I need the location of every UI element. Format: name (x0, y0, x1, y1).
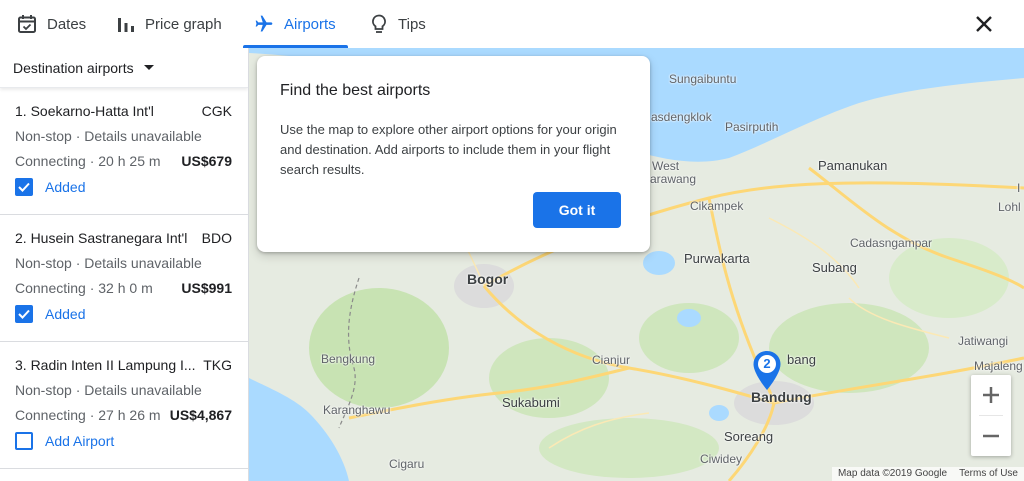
map-data-credit: Map data ©2019 Google (837, 468, 948, 479)
place-label: Karanghawu (323, 403, 391, 417)
airport-toggle[interactable]: Add Airport (15, 432, 232, 450)
minus-icon (983, 434, 999, 438)
place-label: Sungaibuntu (669, 72, 737, 86)
destination-airports-dropdown[interactable]: Destination airports (0, 48, 248, 88)
terms-of-use-link[interactable]: Terms of Use (959, 468, 1018, 480)
dropdown-label: Destination airports (13, 59, 134, 76)
airport-status-label: Added (45, 179, 86, 195)
place-label: Jatiwangi (958, 334, 1009, 348)
place-label: Lohl (998, 200, 1021, 214)
place-label: I (1017, 181, 1021, 195)
airport-pin[interactable]: 2 (752, 350, 782, 392)
airport-toggle[interactable]: Added (15, 305, 232, 323)
close-button[interactable] (972, 12, 996, 36)
place-label: Cadasngampar (850, 236, 933, 250)
place-label: Sukabumi (502, 395, 560, 410)
zoom-out-button[interactable] (971, 416, 1011, 456)
place-label: Pamanukan (818, 158, 888, 173)
airport-price: US$991 (181, 280, 232, 296)
zoom-in-button[interactable] (971, 375, 1011, 415)
tip-title: Find the best airports (280, 82, 431, 99)
place-label: asdengklok (651, 110, 712, 124)
top-tab-bar: Dates Price graph Airports Tips (0, 0, 1024, 48)
checkbox-checked-icon[interactable] (15, 305, 33, 323)
pin-count: 2 (763, 356, 771, 371)
nonstop-info: Non-stop · Details unavailable (15, 128, 202, 144)
place-label: Soreang (724, 429, 774, 444)
airport-item: 3. Radin Inten II Lampung I... TKG Non-s… (0, 342, 248, 469)
place-label: Majaleng (974, 359, 1023, 373)
airport-status-label: Add Airport (45, 433, 115, 449)
place-label: Purwakarta (684, 251, 750, 266)
checkbox-checked-icon[interactable] (15, 178, 33, 196)
airport-name: 1. Soekarno-Hatta Int'l (15, 103, 154, 119)
airport-price: US$4,867 (169, 407, 232, 423)
tab-airports-label: Airports (284, 15, 336, 33)
connecting-info: Connecting · 32 h 0 m (15, 280, 153, 296)
airport-code: TKG (203, 357, 232, 373)
airport-price: US$679 (181, 153, 232, 169)
place-label: Bogor (467, 271, 509, 287)
connecting-info: Connecting · 27 h 26 m (15, 407, 161, 423)
close-icon (976, 16, 992, 32)
airport-code: CGK (201, 103, 232, 119)
caret-down-icon (143, 65, 154, 70)
calendar-check-icon (18, 15, 36, 33)
place-label: Cigaru (389, 457, 425, 471)
got-it-button[interactable]: Got it (533, 192, 621, 228)
zoom-controls (971, 375, 1011, 456)
tab-dates-label: Dates (47, 15, 87, 33)
place-label: arawang (650, 172, 697, 186)
place-label: bang (787, 352, 816, 367)
place-label: Subang (812, 260, 857, 275)
airport-sidebar: Destination airports 1. Soekarno-Hatta I… (0, 48, 249, 481)
lightbulb-icon (372, 14, 386, 33)
bar-chart-icon (118, 18, 134, 32)
place-label: Cianjur (592, 353, 631, 367)
airport-toggle[interactable]: Added (15, 178, 232, 196)
place-label: Ciwidey (700, 452, 743, 466)
tab-price-graph-label: Price graph (145, 15, 222, 33)
airport-item: 1. Soekarno-Hatta Int'l CGK Non-stop · D… (0, 88, 248, 215)
tab-dates[interactable]: Dates (17, 0, 86, 48)
airport-name: 3. Radin Inten II Lampung I... (15, 357, 196, 373)
airplane-icon (255, 15, 273, 32)
tab-tips[interactable]: Tips (370, 0, 426, 48)
place-label: West (652, 159, 680, 173)
airport-status-label: Added (45, 306, 86, 322)
tip-body: Use the map to explore other airport opt… (280, 122, 617, 177)
plus-icon (983, 387, 999, 403)
nonstop-info: Non-stop · Details unavailable (15, 255, 202, 271)
tab-price-graph[interactable]: Price graph (117, 0, 222, 48)
nonstop-info: Non-stop · Details unavailable (15, 382, 202, 398)
map-attribution: Map data ©2019 Google Terms of Use (831, 467, 1024, 481)
place-label: Pasirputih (725, 120, 779, 134)
connecting-info: Connecting · 20 h 25 m (15, 153, 161, 169)
airport-code: BDO (201, 230, 232, 246)
airport-item: 2. Husein Sastranegara Int'l BDO Non-sto… (0, 215, 248, 342)
airports-tip-card: Find the best airports Use the map to ex… (257, 56, 650, 252)
place-label: Bengkung (321, 352, 376, 366)
place-label: Cikampek (690, 199, 744, 213)
tab-airports[interactable]: Airports (243, 0, 348, 48)
tab-tips-label: Tips (398, 15, 426, 33)
checkbox-unchecked-icon[interactable] (15, 432, 33, 450)
airport-name: 2. Husein Sastranegara Int'l (15, 230, 188, 246)
